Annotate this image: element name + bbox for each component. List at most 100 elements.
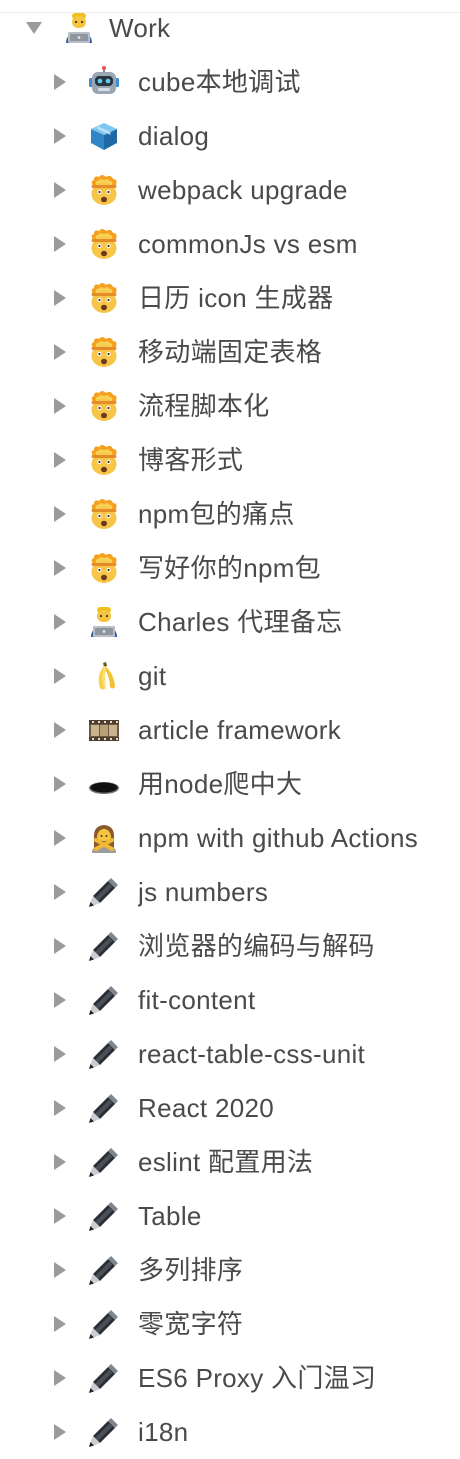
tree-item[interactable]: 流程脚本化 <box>0 379 460 433</box>
tree-item[interactable]: 日历 icon 生成器 <box>0 271 460 325</box>
expand-toggle[interactable] <box>54 1370 66 1386</box>
tree-item[interactable]: webpack upgrade <box>0 163 460 217</box>
expand-toggle[interactable] <box>54 560 66 576</box>
pen-icon <box>88 1200 120 1232</box>
collapse-toggle[interactable] <box>26 22 42 34</box>
tree-item[interactable]: React 2020 <box>0 1081 460 1135</box>
exploding-head-icon <box>88 444 120 476</box>
tree-item[interactable]: 用node爬中大 <box>0 757 460 811</box>
tree-item[interactable]: dialog <box>0 109 460 163</box>
tree-item[interactable]: 浏览器的编码与解码 <box>0 919 460 973</box>
tree-item-label: 博客形式 <box>138 445 244 475</box>
expand-toggle[interactable] <box>54 236 66 252</box>
tree-item-label: 流程脚本化 <box>138 391 270 421</box>
tree-item-label: cube本地调试 <box>138 67 301 97</box>
tree-item-label: 用node爬中大 <box>138 769 303 799</box>
tree-item[interactable]: react-table-css-unit <box>0 1027 460 1081</box>
expand-toggle[interactable] <box>54 668 66 684</box>
expand-toggle[interactable] <box>54 452 66 468</box>
tree-item-label: ES6 Proxy 入门温习 <box>138 1363 377 1393</box>
tree-item[interactable]: Table <box>0 1189 460 1243</box>
tree-item[interactable]: 博客形式 <box>0 433 460 487</box>
pen-icon <box>88 876 120 908</box>
exploding-head-icon <box>88 336 120 368</box>
tree-item-label: 日历 icon 生成器 <box>138 283 334 313</box>
pen-icon <box>88 1038 120 1070</box>
tree-item[interactable]: article framework <box>0 703 460 757</box>
exploding-head-icon <box>88 498 120 530</box>
tree-item[interactable]: js numbers <box>0 865 460 919</box>
expand-toggle[interactable] <box>54 776 66 792</box>
tree-item-label: react-table-css-unit <box>138 1039 366 1069</box>
robot-icon <box>88 66 120 98</box>
expand-toggle[interactable] <box>54 290 66 306</box>
tree-item-label: eslint 配置用法 <box>138 1147 314 1177</box>
tree-item-label: 多列排序 <box>138 1255 244 1285</box>
tree-item[interactable]: fit-content <box>0 973 460 1027</box>
expand-toggle[interactable] <box>54 614 66 630</box>
tree-item-label: npm包的痛点 <box>138 499 295 529</box>
pen-icon <box>88 1146 120 1178</box>
expand-toggle[interactable] <box>54 1046 66 1062</box>
tree-item[interactable]: i18n <box>0 1405 460 1459</box>
tree-item[interactable]: commonJs vs esm <box>0 217 460 271</box>
tree-item[interactable]: ES6 Proxy 入门温习 <box>0 1351 460 1405</box>
pen-icon <box>88 930 120 962</box>
exploding-head-icon <box>88 228 120 260</box>
tree-item[interactable]: 写好你的npm包 <box>0 541 460 595</box>
expand-toggle[interactable] <box>54 182 66 198</box>
tree-item-label: dialog <box>138 121 210 151</box>
hole-icon <box>88 768 120 800</box>
tree-item[interactable]: 多列排序 <box>0 1243 460 1297</box>
expand-toggle[interactable] <box>54 506 66 522</box>
tree-item-work[interactable]: Work <box>0 1 460 55</box>
tree-item-label: 写好你的npm包 <box>138 553 321 583</box>
tree-item-label: 零宽字符 <box>138 1309 244 1339</box>
technologist-icon <box>88 606 120 638</box>
pen-icon <box>88 1416 120 1448</box>
expand-toggle[interactable] <box>54 992 66 1008</box>
tree-item[interactable]: Charles 代理备忘 <box>0 595 460 649</box>
tree-item[interactable]: npm包的痛点 <box>0 487 460 541</box>
tree-item-label: Work <box>109 13 171 43</box>
expand-toggle[interactable] <box>54 884 66 900</box>
tree-item[interactable]: 移动端固定表格 <box>0 325 460 379</box>
expand-toggle[interactable] <box>54 1262 66 1278</box>
technologist-icon <box>63 12 95 44</box>
exploding-head-icon <box>88 282 120 314</box>
tree-item-label: React 2020 <box>138 1093 274 1123</box>
pen-icon <box>88 1362 120 1394</box>
tree-item[interactable]: git <box>0 649 460 703</box>
exploding-head-icon <box>88 390 120 422</box>
expand-toggle[interactable] <box>54 1100 66 1116</box>
expand-toggle[interactable] <box>54 1208 66 1224</box>
tree-item-label: Table <box>138 1201 202 1231</box>
expand-toggle[interactable] <box>54 830 66 846</box>
expand-toggle[interactable] <box>54 722 66 738</box>
expand-toggle[interactable] <box>54 128 66 144</box>
tree-item-label: commonJs vs esm <box>138 229 358 259</box>
tree-item-label: i18n <box>138 1417 189 1447</box>
tree-item[interactable]: 零宽字符 <box>0 1297 460 1351</box>
pen-icon <box>88 1308 120 1340</box>
expand-toggle[interactable] <box>54 1424 66 1440</box>
tree-item-label: webpack upgrade <box>138 175 348 205</box>
tree-item[interactable]: eslint 配置用法 <box>0 1135 460 1189</box>
box-icon <box>88 120 120 152</box>
tree-item[interactable]: npm with github Actions <box>0 811 460 865</box>
tree-item-label: 浏览器的编码与解码 <box>138 931 375 961</box>
tree-item-label: article framework <box>138 715 342 745</box>
tree-item[interactable]: cube本地调试 <box>0 55 460 109</box>
expand-toggle[interactable] <box>54 1316 66 1332</box>
pen-icon <box>88 984 120 1016</box>
expand-toggle[interactable] <box>54 398 66 414</box>
tree-item-label: npm with github Actions <box>138 823 419 853</box>
expand-toggle[interactable] <box>54 344 66 360</box>
expand-toggle[interactable] <box>54 1154 66 1170</box>
expand-toggle[interactable] <box>54 74 66 90</box>
expand-toggle[interactable] <box>54 938 66 954</box>
pen-icon <box>88 1254 120 1286</box>
tree-item-label: Charles 代理备忘 <box>138 607 343 637</box>
tree-item-label: js numbers <box>138 877 269 907</box>
tree-item-label: fit-content <box>138 985 256 1015</box>
